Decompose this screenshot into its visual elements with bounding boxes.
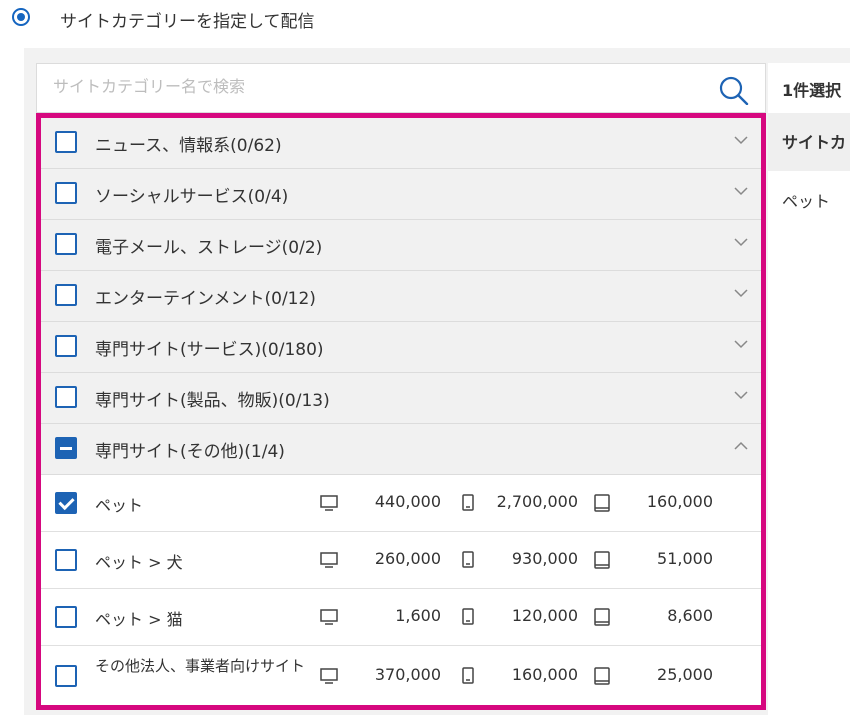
subcategory-row[interactable]: ペット 440,000 2,700,000 160,000 xyxy=(41,475,761,532)
chevron-down-icon[interactable] xyxy=(733,388,749,402)
category-label: 専門サイト(サービス)(0/180) xyxy=(95,340,324,360)
selected-column-header: サイトカ xyxy=(768,113,850,171)
category-label: 専門サイト(製品、物販)(0/13) xyxy=(95,391,330,411)
category-label: エンターテインメント(0/12) xyxy=(95,289,316,309)
category-checkbox-partial[interactable] xyxy=(55,437,77,459)
subcategory-checkbox[interactable] xyxy=(55,606,77,628)
radio-label: サイトカテゴリーを指定して配信 xyxy=(60,12,315,32)
category-row-social[interactable]: ソーシャルサービス(0/4) xyxy=(41,169,761,220)
tablet-reach: 25,000 xyxy=(657,665,713,684)
category-row-email-storage[interactable]: 電子メール、ストレージ(0/2) xyxy=(41,220,761,271)
chevron-down-icon[interactable] xyxy=(733,286,749,300)
category-label: 電子メール、ストレージ(0/2) xyxy=(95,238,323,258)
subcategory-label: その他法人、事業者向けサイト xyxy=(95,657,306,675)
tablet-icon xyxy=(594,494,610,512)
desktop-icon xyxy=(320,552,338,568)
category-list: ニュース、情報系(0/62) ソーシャルサービス(0/4) 電子メール、ストレー… xyxy=(36,113,766,710)
chevron-down-icon[interactable] xyxy=(733,337,749,351)
selected-item: ペット xyxy=(782,192,831,211)
category-checkbox[interactable] xyxy=(55,233,77,255)
desktop-icon xyxy=(320,609,338,625)
mobile-icon xyxy=(462,608,474,625)
search-icon[interactable] xyxy=(717,75,751,105)
desktop-icon xyxy=(320,668,338,684)
tablet-icon xyxy=(594,608,610,626)
search-box xyxy=(36,63,766,113)
mobile-icon xyxy=(462,667,474,684)
category-checkbox[interactable] xyxy=(55,182,77,204)
desktop-reach: 440,000 xyxy=(374,492,441,511)
category-row-news[interactable]: ニュース、情報系(0/62) xyxy=(41,118,761,169)
subcategory-row[interactable]: ペット > 猫 1,600 120,000 8,600 xyxy=(41,589,761,646)
mobile-reach: 930,000 xyxy=(511,549,578,568)
chevron-down-icon[interactable] xyxy=(733,184,749,198)
category-row-specialty-other[interactable]: 専門サイト(その他)(1/4) xyxy=(41,424,761,475)
category-checkbox[interactable] xyxy=(55,131,77,153)
desktop-reach: 1,600 xyxy=(395,606,441,625)
selected-column-header-label: サイトカ xyxy=(782,133,847,152)
subcategory-checkbox-checked[interactable] xyxy=(55,492,77,514)
chevron-down-icon[interactable] xyxy=(733,133,749,147)
category-label: 専門サイト(その他)(1/4) xyxy=(95,442,285,462)
desktop-reach: 370,000 xyxy=(374,665,441,684)
selected-panel: 1件選択 サイトカ ペット xyxy=(768,63,850,715)
mobile-reach: 2,700,000 xyxy=(496,492,578,511)
category-label: ソーシャルサービス(0/4) xyxy=(95,187,289,207)
category-checkbox[interactable] xyxy=(55,284,77,306)
selected-count: 1件選択 xyxy=(782,81,842,100)
chevron-down-icon[interactable] xyxy=(733,235,749,249)
subcategory-label: ペット > 猫 xyxy=(95,610,183,629)
tablet-reach: 8,600 xyxy=(667,606,713,625)
subcategory-label: ペット xyxy=(95,496,144,515)
mobile-reach: 120,000 xyxy=(511,606,578,625)
category-row-specialty-services[interactable]: 専門サイト(サービス)(0/180) xyxy=(41,322,761,373)
category-row-entertainment[interactable]: エンターテインメント(0/12) xyxy=(41,271,761,322)
chevron-up-icon[interactable] xyxy=(733,439,749,453)
mobile-icon xyxy=(462,494,474,511)
subcategory-checkbox[interactable] xyxy=(55,549,77,571)
category-row-specialty-products[interactable]: 専門サイト(製品、物販)(0/13) xyxy=(41,373,761,424)
category-label: ニュース、情報系(0/62) xyxy=(95,136,282,156)
category-radio-button[interactable] xyxy=(12,8,30,26)
subcategory-row[interactable]: ペット > 犬 260,000 930,000 51,000 xyxy=(41,532,761,589)
subcategory-label: ペット > 犬 xyxy=(95,553,183,572)
tablet-icon xyxy=(594,551,610,569)
category-checkbox[interactable] xyxy=(55,335,77,357)
desktop-icon xyxy=(320,495,338,511)
tablet-reach: 51,000 xyxy=(657,549,713,568)
desktop-reach: 260,000 xyxy=(374,549,441,568)
tablet-icon xyxy=(594,667,610,685)
subcategory-checkbox[interactable] xyxy=(55,665,77,687)
mobile-reach: 160,000 xyxy=(511,665,578,684)
subcategory-row[interactable]: その他法人、事業者向けサイト 370,000 160,000 25,000 xyxy=(41,646,761,705)
tablet-reach: 160,000 xyxy=(646,492,713,511)
search-input[interactable] xyxy=(51,76,655,97)
category-checkbox[interactable] xyxy=(55,386,77,408)
mobile-icon xyxy=(462,551,474,568)
